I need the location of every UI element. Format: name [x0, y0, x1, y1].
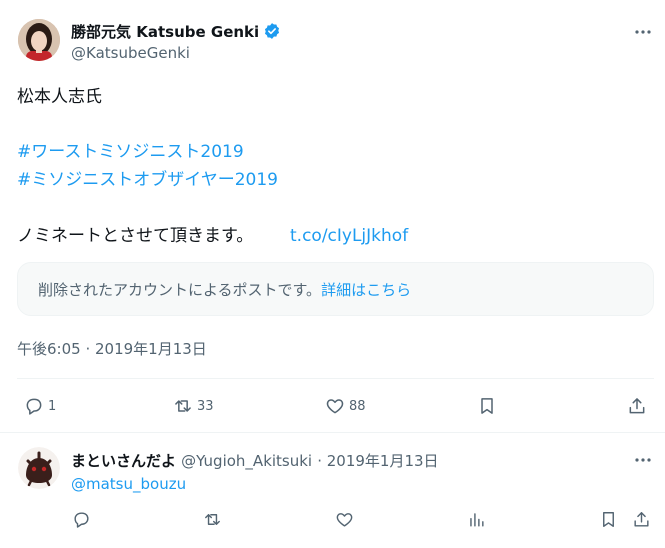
repost-icon [175, 400, 191, 412]
reply-author-handle[interactable]: @Yugioh_Akitsuki [181, 452, 312, 470]
reply-avatar-image [18, 447, 60, 489]
reply-reply-button[interactable] [72, 510, 91, 529]
reply-reply-icon [74, 512, 89, 528]
tco-link[interactable]: t.co/cIyLjJkhof [290, 222, 408, 250]
divider-top [17, 378, 654, 379]
notice-message: 削除されたアカウントによるポストです。 [38, 281, 322, 299]
heart-icon [326, 399, 344, 414]
reply-repost-icon [205, 514, 220, 525]
repost-button[interactable]: 33 [173, 396, 214, 416]
reply-repost-button[interactable] [203, 510, 222, 529]
reply-date[interactable]: · 2019年1月13日 [317, 452, 438, 470]
reply-author-avatar[interactable] [18, 447, 60, 489]
reply-like-button[interactable] [335, 510, 354, 529]
hashtag-link-2[interactable]: #ミソジニストオブザイヤー2019 [17, 166, 278, 194]
reply-bookmark-icon [603, 512, 614, 527]
avatar-photo [18, 19, 60, 61]
share-button[interactable] [627, 396, 647, 416]
share-icon [629, 398, 645, 414]
reply-share-button[interactable] [632, 510, 651, 529]
reply-mention-link[interactable]: @matsu_bouzu [71, 475, 186, 493]
reply-author-line: まといさんだよ @Yugioh_Akitsuki · 2019年1月13日 [71, 450, 439, 471]
reply-views-button[interactable] [467, 510, 486, 529]
deleted-account-notice: 削除されたアカウントによるポストです。詳細はこちら [17, 262, 654, 316]
author-name[interactable]: 勝部元気 Katsube Genki [71, 21, 259, 42]
tweet-line-4: ノミネートとさせて頂きます。 [17, 226, 254, 246]
learn-more-link[interactable]: 詳細はこちら [321, 281, 411, 299]
reply-bookmark-button[interactable] [599, 510, 618, 529]
reply-heart-icon [336, 513, 353, 527]
author-handle[interactable]: @KatsubeGenki [71, 44, 190, 62]
bookmark-icon [481, 398, 493, 414]
reply-count: 1 [48, 398, 57, 414]
bookmark-button[interactable] [477, 396, 497, 416]
tweet-line-1: 松本人志氏 [17, 87, 102, 107]
reply-author-name[interactable]: まといさんだよ [71, 452, 176, 470]
hashtag-link-1[interactable]: #ワーストミソジニスト2019 [17, 138, 244, 166]
tweet-timestamp[interactable]: 午後6:05 · 2019年1月13日 [17, 338, 207, 359]
repost-count: 33 [197, 398, 214, 414]
notice-text: 削除されたアカウントによるポストです。詳細はこちら [38, 279, 411, 300]
divider-thread [0, 432, 665, 433]
like-count: 88 [349, 398, 366, 414]
more-options-icon[interactable] [633, 22, 653, 42]
like-button[interactable]: 88 [325, 396, 366, 416]
author-avatar[interactable] [18, 19, 60, 61]
verified-badge-icon [264, 23, 280, 39]
reply-more-options-icon[interactable] [633, 450, 653, 470]
reply-icon [26, 398, 42, 415]
reply-button[interactable]: 1 [24, 396, 56, 416]
reply-share-icon [634, 512, 649, 527]
views-chart-icon [470, 513, 484, 527]
